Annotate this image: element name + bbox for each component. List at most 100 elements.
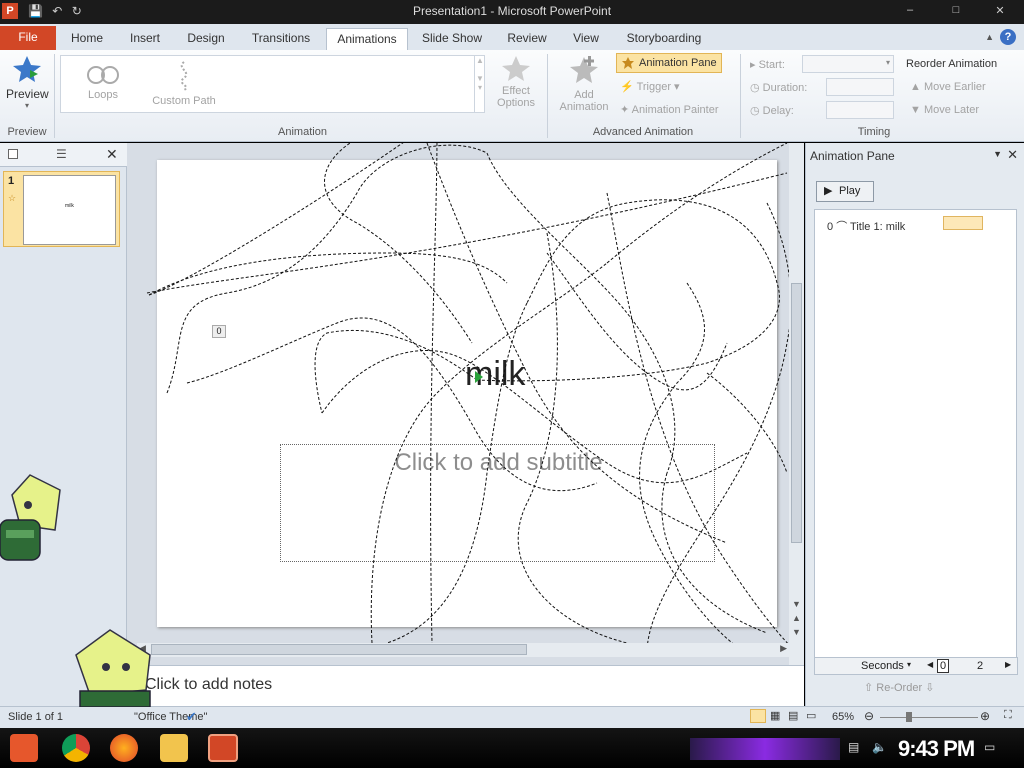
start-marker-icon [475, 371, 483, 383]
notifications-icon[interactable]: ▭ [984, 740, 995, 754]
scroll-down-icon[interactable]: ▼ [792, 599, 801, 609]
next-slide-icon[interactable]: ▼ [792, 627, 801, 637]
network-icon[interactable]: ▤ [848, 740, 859, 754]
title-bar: P 💾 ↶ ↻ Presentation1 - Microsoft PowerP… [0, 0, 1024, 24]
animation-gallery[interactable]: Loops Custom Path [60, 55, 485, 113]
tab-insert[interactable]: Insert [122, 28, 168, 50]
tab-storyboarding[interactable]: Storyboarding [620, 28, 708, 50]
zoom-slider[interactable] [880, 717, 978, 718]
pane-options-icon[interactable]: ▼ [993, 149, 1002, 159]
reorder-up-icon[interactable]: ⇧ [864, 682, 873, 694]
vertical-scrollbar[interactable]: ▼ ▲ ▼ [789, 143, 804, 665]
slide-thumbnail[interactable]: milk [3, 171, 120, 247]
spell-check-icon[interactable]: ✔ [186, 709, 197, 725]
delay-label: ◷ Delay: [750, 105, 794, 117]
animation-pane-button[interactable]: Animation Pane [616, 53, 722, 73]
zoom-out-icon[interactable]: ⊖ [864, 709, 874, 723]
zoom-in-icon[interactable]: ⊕ [980, 709, 990, 723]
slide-canvas[interactable]: milk Click to add subtitle 0 ▼ ▲ ▼ ◀ ▶ [127, 143, 804, 665]
custom-motion-path[interactable] [127, 143, 804, 665]
ribbon-separator [740, 54, 741, 138]
taskbar-decoration [690, 738, 840, 760]
character-sticker-icon [75, 629, 151, 707]
reorder-animation-title: Reorder Animation [906, 58, 998, 70]
tab-transitions[interactable]: Transitions [246, 28, 316, 50]
notes-pane[interactable]: Click to add notes [127, 665, 804, 706]
move-earlier-button[interactable]: ▲ Move Earlier [910, 81, 986, 93]
slide-sorter-icon[interactable]: ▦ [770, 709, 780, 722]
timing-bar[interactable] [943, 216, 983, 230]
minimize-button[interactable]: – [896, 4, 924, 20]
play-button[interactable]: ▶ Play [816, 181, 874, 202]
file-explorer-icon[interactable] [160, 734, 188, 762]
close-button[interactable]: ✕ [986, 4, 1014, 20]
scroll-thumb[interactable] [791, 283, 802, 543]
effect-options-button[interactable]: Effect Options [490, 54, 542, 109]
animation-painter-button[interactable]: ✦ Animation Painter [620, 103, 719, 116]
preview-group-label: Preview [7, 126, 47, 138]
prev-slide-icon[interactable]: ▲ [792, 613, 801, 623]
minimize-ribbon-icon[interactable]: ▲ [985, 32, 994, 42]
reading-view-icon[interactable]: ▤ [788, 709, 798, 722]
tab-file[interactable]: File [0, 26, 56, 50]
start-label: ▸ Start: [750, 59, 785, 71]
taskbar: ▤ 🔈 9:43 PM ▭ [0, 728, 1024, 768]
add-animation-button[interactable]: Add Animation [556, 54, 612, 113]
preview-button[interactable]: Preview ▾ [6, 54, 49, 110]
close-panel-icon[interactable]: ✕ [106, 146, 118, 163]
seconds-timeline[interactable]: Seconds ▾ ◀ 0 2 ▶ [814, 657, 1018, 675]
chrome-icon[interactable] [62, 734, 90, 762]
slideshow-view-icon[interactable]: ▭ [806, 709, 816, 722]
maximize-button[interactable]: □ [942, 4, 970, 20]
firefox-icon[interactable] [110, 734, 138, 762]
h-scroll-thumb[interactable] [151, 644, 527, 655]
duration-field[interactable] [826, 78, 894, 96]
animation-pane: Animation Pane ▼ ✕ ▶ Play 0 ⌒ Title 1: m… [805, 143, 1024, 706]
ribbon-separator [547, 54, 548, 138]
normal-view-icon[interactable] [750, 709, 766, 723]
gallery-scroll[interactable]: ▲ ▼ ▾ [474, 56, 485, 112]
timing-group-label: Timing [857, 126, 891, 138]
loops-effect[interactable]: Loops [81, 64, 125, 101]
close-pane-icon[interactable]: ✕ [1007, 147, 1018, 163]
fit-slide-icon[interactable]: ⛶ [1004, 709, 1012, 722]
custom-path-effect[interactable]: Custom Path [151, 60, 217, 107]
taskbar-clock[interactable]: 9:43 PM [898, 736, 975, 762]
tab-slideshow[interactable]: Slide Show [418, 28, 486, 50]
trigger-button[interactable]: ⚡ Trigger ▾ [620, 80, 680, 93]
add-animation-icon [570, 56, 598, 83]
ribbon: Preview ▾ Preview Loops Custom Path ▲ ▼ ▾ … [0, 50, 1024, 142]
powerpoint-taskbar-icon[interactable] [208, 734, 238, 762]
scale-end: 2 [977, 660, 984, 672]
volume-icon[interactable]: 🔈 [872, 740, 887, 754]
tab-review[interactable]: Review [502, 28, 552, 50]
ribbon-tabs: File Home Insert Design Transitions Anim… [0, 24, 1024, 50]
delay-field[interactable] [826, 101, 894, 119]
seconds-dropdown[interactable]: Seconds [861, 660, 904, 672]
tab-view[interactable]: View [566, 28, 606, 50]
tab-home[interactable]: Home [66, 28, 108, 50]
window-title: Presentation1 - Microsoft PowerPoint [412, 4, 612, 18]
slides-tab-icon[interactable] [8, 149, 18, 159]
reorder-down-icon[interactable]: ⇩ [925, 682, 934, 694]
start-select[interactable]: ▾ [802, 55, 894, 73]
ribbon-separator [54, 54, 55, 138]
up-arrow-icon: ▲ [910, 81, 921, 93]
start-button-icon[interactable] [10, 734, 38, 762]
timeline-right-icon[interactable]: ▶ [1005, 660, 1011, 669]
tab-design[interactable]: Design [182, 28, 230, 50]
animation-list[interactable]: 0 ⌒ Title 1: milk [814, 209, 1017, 659]
zoom-thumb[interactable] [906, 712, 912, 722]
horizontal-scrollbar[interactable]: ◀ ▶ [137, 643, 789, 657]
outline-tab-icon[interactable]: ☰ [56, 147, 67, 161]
help-icon[interactable]: ? [1000, 29, 1016, 45]
advanced-animation-group-label: Advanced Animation [592, 126, 694, 138]
scroll-right-icon[interactable]: ▶ [780, 643, 787, 654]
animation-pane-title: Animation Pane [810, 149, 895, 163]
zoom-level[interactable]: 65% [832, 711, 854, 723]
duration-label: ◷ Duration: [750, 82, 808, 94]
timeline-left-icon[interactable]: ◀ [927, 660, 933, 669]
reorder-label: Re-Order [876, 682, 923, 694]
move-later-button[interactable]: ▼ Move Later [910, 104, 979, 116]
tab-animations[interactable]: Animations [326, 28, 408, 50]
